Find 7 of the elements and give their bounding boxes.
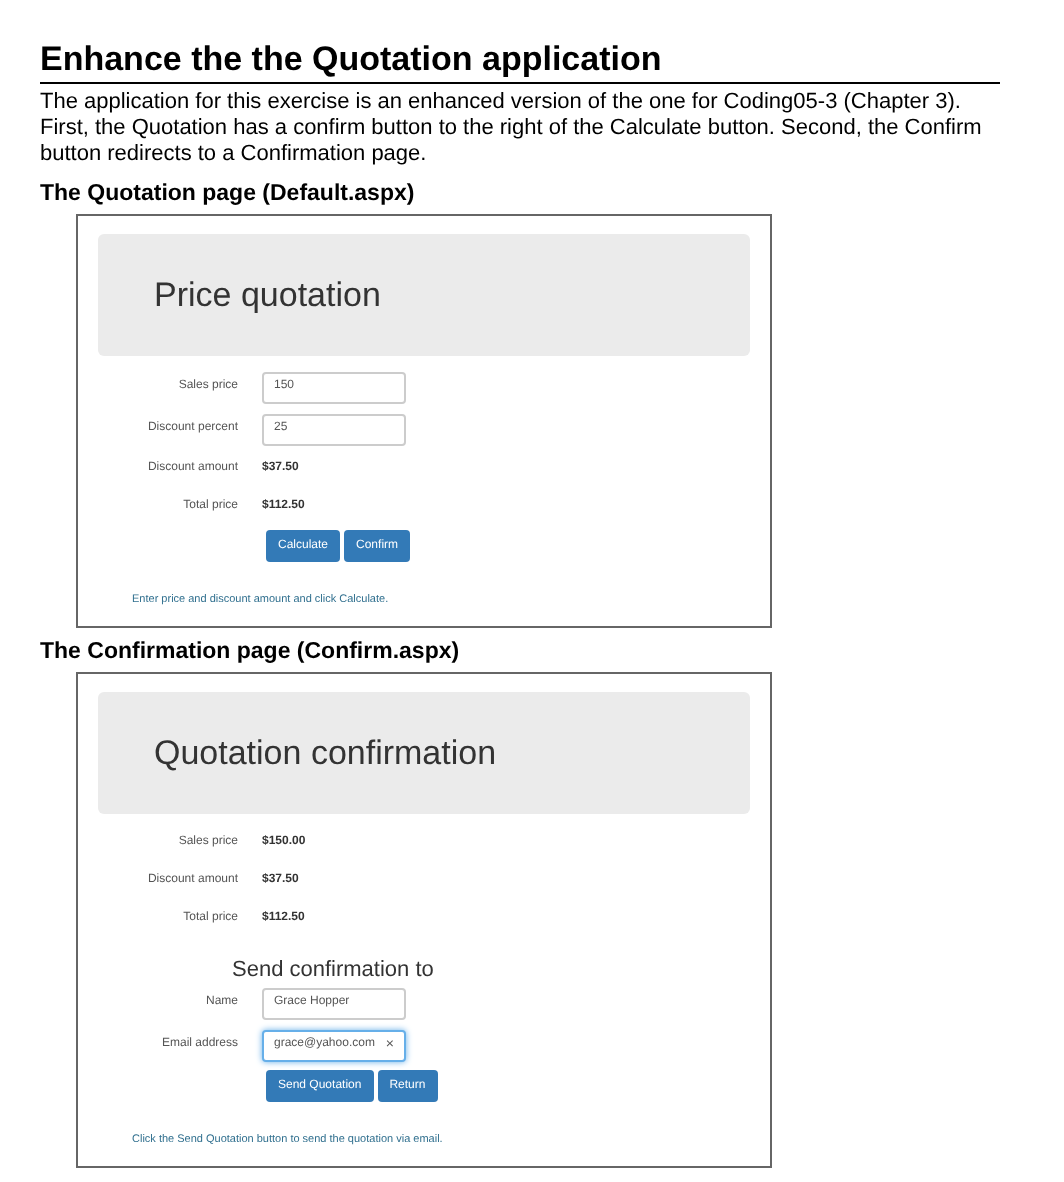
section-heading: The Quotation page (Default.aspx) <box>40 180 417 208</box>
section-heading: The Confirmation page (Confirm.aspx) <box>40 638 462 666</box>
page-title: Quotation confirmation <box>154 731 497 776</box>
section-subheading: Send confirmation to <box>232 960 434 982</box>
document-heading: Enhance the the Quotation application <box>40 40 664 80</box>
intro-paragraph: The application for this exercise is an enhanced version of the one for Coding05-3 (Chapter 3). First, the Quotation has a confirm button to the right of the Calculate button. Second, the Confirm button redirects to a Confirmation page. <box>40 90 984 168</box>
page-title: Price quotation <box>154 273 381 318</box>
